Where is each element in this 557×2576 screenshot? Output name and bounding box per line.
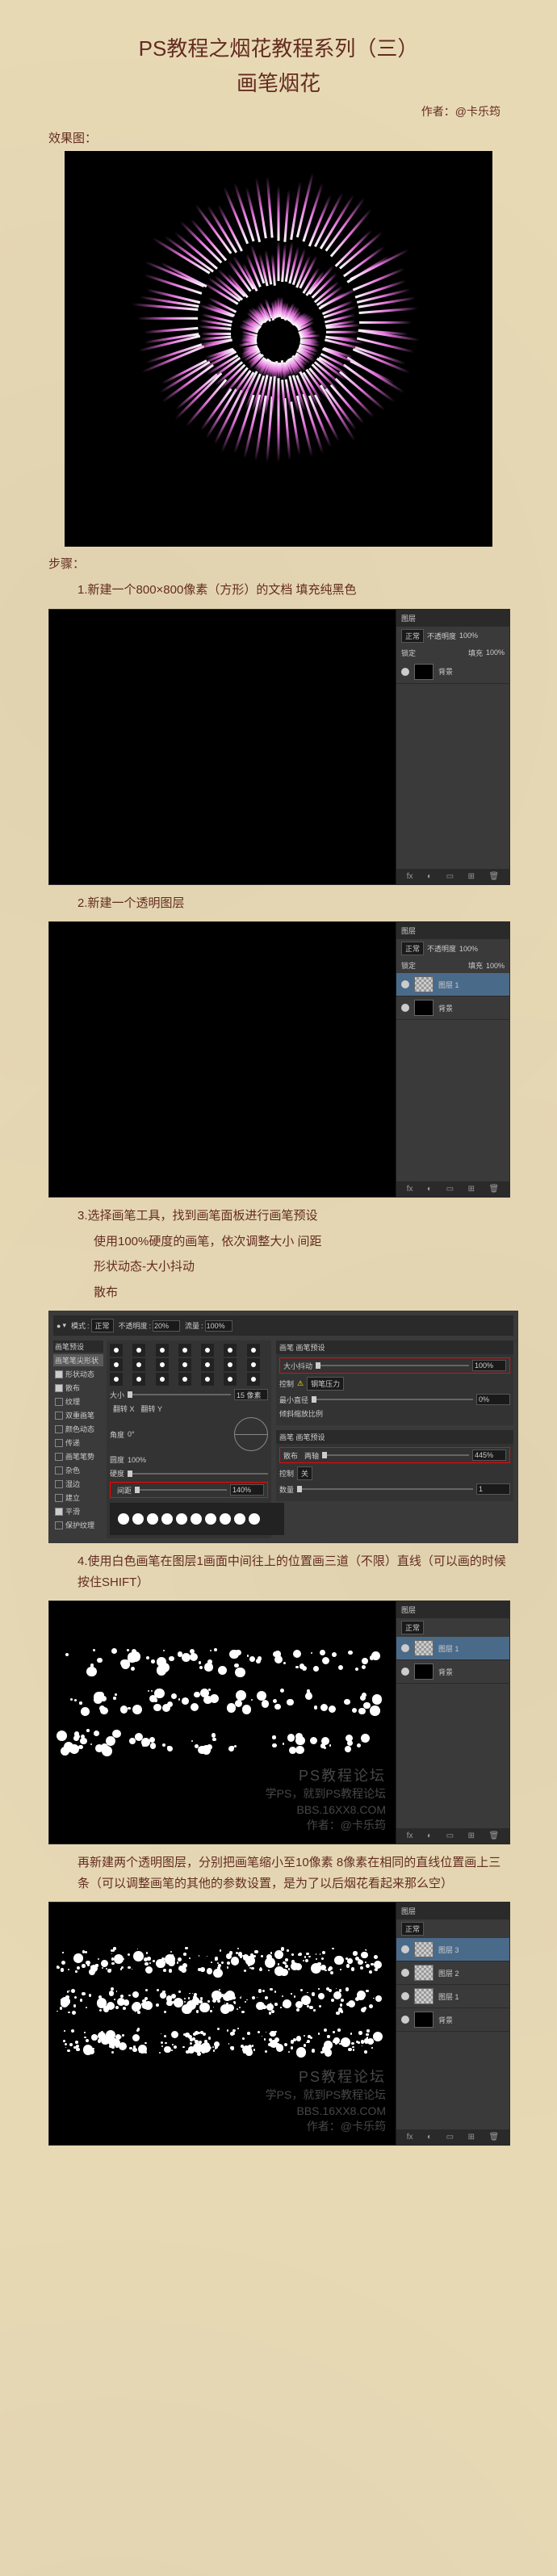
layer-row-bg[interactable]: 背景 — [396, 661, 509, 684]
size-input[interactable] — [234, 1389, 268, 1400]
folder-icon[interactable]: ▭ — [446, 872, 454, 881]
brush-mode-select[interactable]: 正常 — [91, 1319, 114, 1332]
jitter-input[interactable] — [472, 1360, 506, 1371]
step-2-text: 2.新建一个透明图层 — [48, 893, 509, 914]
visibility-icon[interactable] — [401, 1004, 409, 1012]
color-dynamics-item[interactable]: 颜色动态 — [53, 1423, 103, 1435]
author-label: 作者：@卡乐筠 — [48, 103, 509, 120]
layers-tab[interactable]: 图层 — [401, 925, 416, 936]
wet-edges-item[interactable]: 湿边 — [53, 1478, 103, 1490]
min-input[interactable] — [476, 1394, 510, 1405]
noise-item[interactable]: 杂色 — [53, 1464, 103, 1476]
visibility-icon[interactable] — [401, 2016, 409, 2024]
visibility-icon[interactable] — [401, 980, 409, 988]
min-slider[interactable] — [312, 1399, 473, 1400]
screenshot-step4: PS教程论坛 学PS，就到PS教程论坛 BBS.16XX8.COM 作者：@卡乐… — [48, 1601, 510, 1844]
visibility-icon[interactable] — [401, 1668, 409, 1676]
jitter-control-select[interactable]: 钢笔压力 — [307, 1377, 344, 1391]
brush-icon[interactable]: ● — [57, 1322, 61, 1330]
fx-icon[interactable]: fx — [407, 872, 413, 881]
layer-row-2[interactable]: 图层 2 — [396, 1961, 509, 1985]
step-4-text: 4.使用白色画笔在图层1画面中间往上的位置画三道（不限）直线（可以画的时候按住S… — [48, 1551, 509, 1592]
layer-row-bg[interactable]: 背景 — [396, 996, 509, 1020]
steps-label: 步骤： — [48, 555, 509, 572]
brush-preview — [110, 1503, 284, 1535]
result-label: 效果图： — [48, 129, 509, 146]
scatter-panel: 画笔 画笔预设 散布两轴 控制关 数量 — [276, 1430, 513, 1501]
mask-icon[interactable]: ◐ — [427, 872, 432, 881]
jitter-slider[interactable] — [316, 1365, 469, 1366]
step-3-text: 3.选择画笔工具，找到画笔面板进行画笔预设 — [48, 1206, 509, 1227]
layer-row-3[interactable]: 图层 3 — [396, 1938, 509, 1961]
smoothing-item[interactable]: 平滑 — [53, 1505, 103, 1517]
scatter-control-select[interactable]: 关 — [297, 1466, 312, 1480]
blend-mode-select[interactable]: 正常 — [401, 629, 424, 643]
visibility-icon[interactable] — [401, 1969, 409, 1977]
layers-tab[interactable]: 图层 — [401, 1605, 416, 1615]
screenshot-step2: 图层 正常 不透明度 100% 锁定 填充 100% 图层 1 背景 — [48, 921, 510, 1198]
hardness-slider[interactable] — [128, 1473, 268, 1475]
layer-row-1[interactable]: 图层 1 — [396, 1985, 509, 2008]
layer-thumb — [414, 1000, 433, 1016]
fx-icon[interactable]: fx — [407, 1185, 413, 1194]
count-slider[interactable] — [297, 1488, 473, 1490]
result-image — [65, 151, 492, 547]
watermark: PS教程论坛 学PS，就到PS教程论坛 BBS.16XX8.COM 作者：@卡乐… — [266, 2067, 386, 2135]
transfer-item[interactable]: 传递 — [53, 1437, 103, 1449]
new-layer-icon[interactable]: ⊞ — [468, 1185, 475, 1194]
layer-row-bg[interactable]: 背景 — [396, 1660, 509, 1684]
scatter-input[interactable] — [472, 1450, 506, 1461]
visibility-icon[interactable] — [401, 1992, 409, 2000]
visibility-icon[interactable] — [401, 1945, 409, 1953]
new-layer-icon[interactable]: ⊞ — [468, 872, 475, 881]
count-input[interactable] — [476, 1483, 510, 1495]
brush-preset-grid[interactable] — [110, 1344, 268, 1386]
step-5-text: 再新建两个透明图层，分别把画笔缩小至10像素 8像素在相同的直线位置画上三条（可… — [48, 1852, 509, 1894]
layer-thumb — [414, 664, 433, 680]
shape-dynamics-item[interactable]: 形状动态 — [53, 1368, 103, 1380]
layer-thumb — [414, 976, 433, 992]
layer-row-1[interactable]: 图层 1 — [396, 973, 509, 996]
size-slider[interactable] — [128, 1394, 231, 1395]
watermark: PS教程论坛 学PS，就到PS教程论坛 BBS.16XX8.COM 作者：@卡乐… — [266, 1766, 386, 1834]
dual-brush-item[interactable]: 双重画笔 — [53, 1409, 103, 1421]
trash-icon[interactable]: 🗑 — [488, 872, 499, 881]
protect-texture-item[interactable]: 保护纹理 — [53, 1519, 103, 1531]
layers-tab[interactable]: 图层 — [401, 613, 416, 623]
spacing-input[interactable] — [230, 1484, 264, 1496]
folder-icon[interactable]: ▭ — [446, 1185, 454, 1194]
visibility-icon[interactable] — [401, 668, 409, 676]
brush-tip-shape-item[interactable]: 画笔笔尖形状 — [53, 1354, 103, 1366]
layers-tab[interactable]: 图层 — [401, 1906, 416, 1916]
build-up-item[interactable]: 建立 — [53, 1491, 103, 1504]
step-3a-text: 使用100%硬度的画笔，依次调整大小 间距 — [48, 1231, 509, 1252]
texture-item[interactable]: 纹理 — [53, 1395, 103, 1408]
blend-mode-select[interactable]: 正常 — [401, 942, 424, 955]
brush-toolbar: ●▾ 模式:正常 不透明度: 流量: — [53, 1315, 513, 1336]
angle-control[interactable] — [234, 1417, 268, 1451]
brush-pose-item[interactable]: 画笔笔势 — [53, 1450, 103, 1462]
layers-panel-footer: fx ◐ ▭ ⊞ 🗑 — [396, 869, 509, 884]
layer-row-bg[interactable]: 背景 — [396, 2008, 509, 2032]
step-3b-text: 形状动态-大小抖动 — [48, 1257, 509, 1278]
scatter-item[interactable]: 散布 — [53, 1382, 103, 1394]
mask-icon[interactable]: ◐ — [427, 1185, 432, 1194]
scatter-slider[interactable] — [322, 1454, 469, 1456]
step-3c-text: 散布 — [48, 1282, 509, 1303]
step-1-text: 1.新建一个800×800像素（方形）的文档 填充纯黑色 — [48, 580, 509, 601]
brush-flow-input[interactable] — [205, 1320, 232, 1332]
page-title: PS教程之烟花教程系列（三） — [48, 32, 509, 62]
visibility-icon[interactable] — [401, 1644, 409, 1652]
layer-row-1[interactable]: 图层 1 — [396, 1637, 509, 1660]
spacing-slider[interactable] — [135, 1489, 227, 1491]
screenshot-step5: PS教程论坛 学PS，就到PS教程论坛 BBS.16XX8.COM 作者：@卡乐… — [48, 1902, 510, 2146]
trash-icon[interactable]: 🗑 — [488, 1185, 499, 1194]
brush-options-list: 画笔预设 画笔笔尖形状 形状动态 散布 纹理 双重画笔 颜色动态 传递 画笔笔势… — [53, 1340, 103, 1538]
brush-settings-screenshot: ●▾ 模式:正常 不透明度: 流量: 画笔预设 画笔笔尖形状 形状动态 散布 纹… — [48, 1311, 518, 1543]
shape-dynamics-panel: 画笔 画笔预设 大小抖动 控制⚠钢笔压力 最小直径 倾斜缩放比例 — [276, 1340, 513, 1425]
layers-panel-footer: fx ◐ ▭ ⊞ 🗑 — [396, 1181, 509, 1197]
screenshot-step1: 图层 正常 不透明度 100% 锁定 填充 100% 背景 fx ◐ ▭ ⊞ — [48, 609, 510, 885]
brush-opacity-input[interactable] — [153, 1320, 180, 1332]
page-subtitle: 画笔烟花 — [48, 67, 509, 97]
